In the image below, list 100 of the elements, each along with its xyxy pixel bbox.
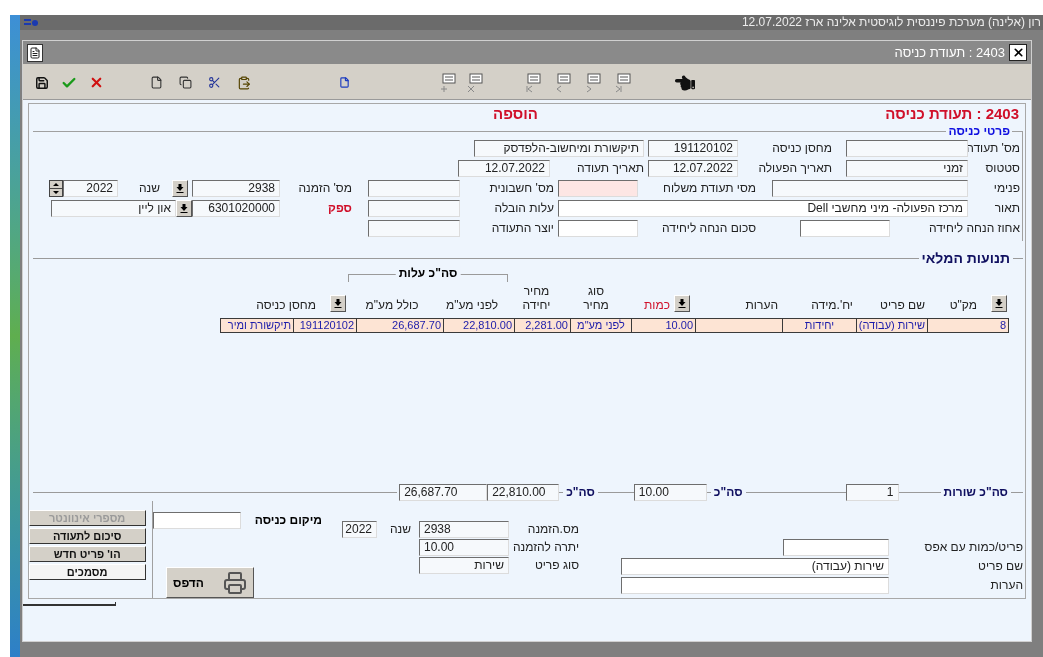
document-icon[interactable] (150, 76, 163, 89)
next-record-icon[interactable] (585, 72, 603, 93)
field-label: תאריך הפעולה (757, 160, 833, 177)
input-field[interactable]: און ליין (51, 200, 176, 217)
dropdown-button[interactable] (330, 295, 346, 312)
input-field[interactable] (783, 539, 889, 556)
print-button[interactable]: הדפס (166, 567, 254, 598)
total-label: סה"כ (712, 484, 744, 501)
action-button[interactable]: הו' פריט חדש (28, 546, 146, 562)
column-header: יח'.מידה (811, 298, 853, 312)
field-label: מיקום כניסה (254, 512, 322, 529)
input-field[interactable]: 2938 (192, 180, 280, 197)
table-cell: תיקשורת ומיר (220, 318, 294, 333)
table-cell: יחידות (782, 318, 857, 333)
input-field[interactable]: שירות (עבודה) (621, 558, 889, 575)
input-field[interactable] (152, 511, 241, 529)
close-icon[interactable] (89, 75, 104, 90)
table-cell: 26,687.70 (356, 318, 444, 333)
input-field[interactable]: 1 (845, 483, 899, 501)
action-button[interactable]: סיכום לתעודה (28, 528, 146, 544)
column-header: סוג מחיר (582, 284, 610, 312)
input-field[interactable]: 191120102 (648, 140, 738, 157)
action-button[interactable]: מסמכים (28, 564, 146, 580)
field-label: מסי תעודת משלוח (662, 180, 757, 197)
input-field[interactable]: 2938 (419, 521, 509, 538)
column-group-title: סה"כ עלות (395, 266, 461, 280)
input-field[interactable]: 10.00 (633, 483, 707, 501)
field-label: תאור (993, 200, 1020, 217)
input-field[interactable]: שירות (419, 557, 509, 574)
arrow-down-icon (678, 299, 686, 308)
field-label: מס' חשבונית (488, 180, 554, 197)
column-header: מק"ט (949, 298, 977, 312)
field-label: מס' הזמנה (297, 180, 353, 197)
input-field[interactable]: 26,687.70 (399, 483, 488, 501)
input-field[interactable] (772, 180, 968, 197)
input-field[interactable]: 2022 (342, 521, 377, 538)
dropdown-button[interactable] (674, 295, 690, 312)
field-label: סכום הנחה ליחידה (661, 220, 757, 237)
field-label: שנה (388, 521, 412, 538)
total-label: סה"כ (565, 484, 596, 501)
table-cell: 22,810.00 (443, 318, 515, 333)
dropdown-button[interactable] (176, 200, 192, 217)
table-cell: לפני מע"מ (570, 318, 632, 333)
input-field[interactable]: זמני (846, 160, 968, 177)
window-title: 2403 : תעודת כניסה (894, 43, 1005, 62)
input-field[interactable] (368, 200, 460, 217)
copy-icon[interactable] (179, 76, 192, 89)
last-record-icon[interactable] (615, 72, 633, 93)
field-label: פריט/כמות עם אפס (923, 539, 1023, 556)
input-field[interactable]: 12.07.2022 (458, 160, 550, 177)
cut-icon[interactable] (208, 76, 221, 89)
table-cell: שירות (עבודה) (856, 318, 928, 333)
arrow-down-icon (995, 299, 1003, 308)
field-label: יתרה להזמנה (513, 539, 580, 556)
input-field[interactable] (368, 180, 460, 197)
input-field[interactable]: 12.07.2022 (648, 160, 738, 177)
input-field[interactable] (368, 220, 460, 237)
first-record-icon[interactable] (525, 72, 543, 93)
spinner-icon[interactable] (49, 180, 63, 197)
table-cell: 8 (927, 318, 1009, 333)
input-field[interactable]: 10.00 (419, 539, 509, 556)
field-label: פנימי (992, 180, 1020, 197)
column-header: מחיר יחידה (521, 284, 552, 312)
document-icon (27, 43, 43, 62)
field-label: שנה (137, 180, 161, 197)
column-header: כולל מע"מ (365, 298, 419, 312)
close-button[interactable] (1009, 44, 1027, 61)
input-field[interactable]: תיקשורת ומיחשוב-הלפדסק (474, 140, 644, 157)
field-label: מחסן כניסה (771, 140, 833, 157)
input-field[interactable] (558, 180, 638, 197)
input-field[interactable]: 2022 (63, 180, 118, 197)
arrow-down-icon (176, 184, 184, 193)
app-title: רון (אלינה) מערכת פיננסית לוגיסטית אלינה ארז 12.07.2022 (741, 15, 1041, 30)
close-icon (1011, 46, 1025, 59)
document-x-icon[interactable] (467, 72, 485, 93)
new-document-icon[interactable] (339, 77, 350, 88)
column-header: כמות (644, 298, 670, 312)
input-field[interactable] (800, 220, 890, 237)
dropdown-button[interactable] (172, 180, 188, 197)
input-field[interactable]: 22,810.00 (487, 483, 560, 501)
input-field[interactable] (846, 140, 968, 157)
field-label: סוג פריט (533, 557, 580, 574)
input-field[interactable] (558, 220, 638, 237)
dropdown-button[interactable] (991, 295, 1007, 312)
column-header: הערות (745, 298, 778, 312)
input-field[interactable] (621, 577, 889, 594)
paste-icon[interactable] (237, 75, 251, 90)
save-icon[interactable] (35, 75, 49, 90)
document-title: 2403 : תעודת כניסה (885, 103, 1019, 124)
column-header: לפני מע"מ (445, 298, 499, 312)
table-cell: 2,281.00 (514, 318, 571, 333)
document-plus-icon[interactable] (440, 72, 458, 93)
previous-record-icon[interactable] (555, 72, 573, 93)
field-label: מס.הזמנה (526, 521, 580, 538)
input-field[interactable]: 6301020000 (192, 200, 280, 217)
field-label: תאריך תעודה (576, 160, 644, 177)
input-field[interactable]: מרכז הפעולה- מיני מחשבי Dell (558, 200, 968, 217)
section-title: תנועות המלאי (920, 248, 1011, 268)
field-label: סטטוס (984, 160, 1020, 177)
total-label: סה"כ שורות (942, 484, 1009, 501)
